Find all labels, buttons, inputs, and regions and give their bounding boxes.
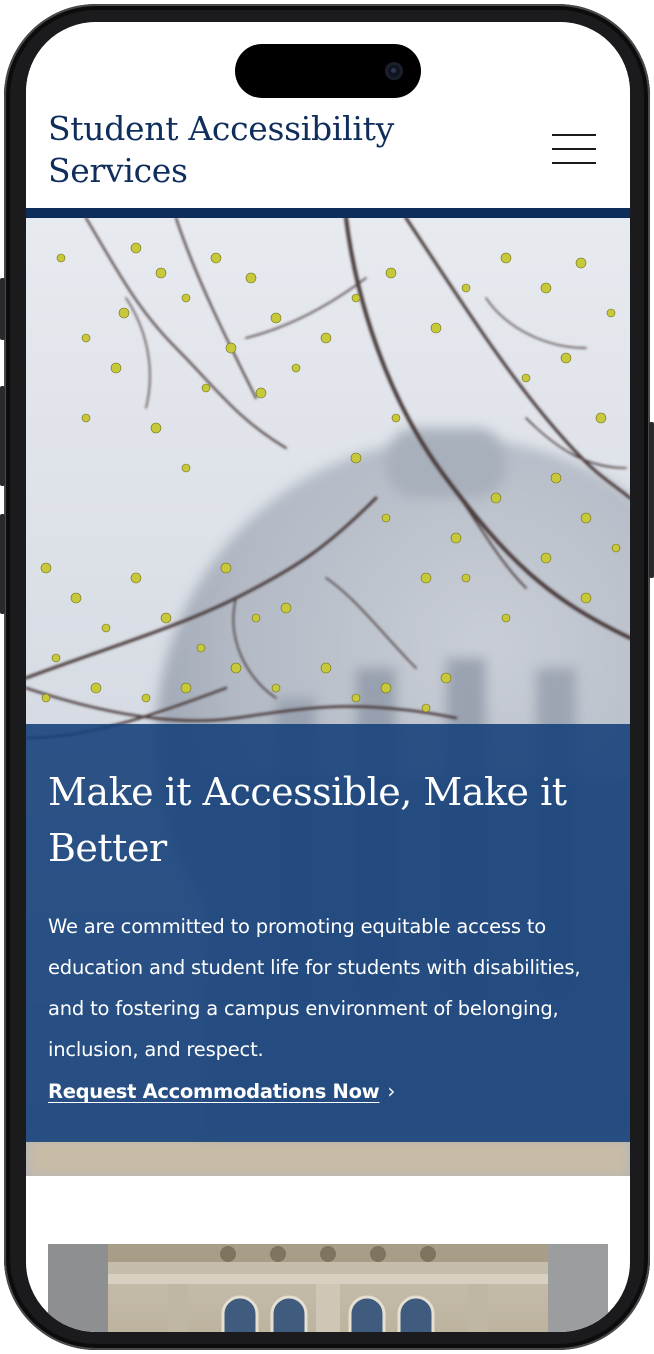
hero-description: We are committed to promoting equitable … — [48, 915, 581, 1061]
hero-section: Make it Accessible, Make it Better We ar… — [26, 218, 630, 1176]
volume-down-button — [0, 514, 5, 614]
front-camera-icon — [385, 62, 403, 80]
building-photo — [48, 1244, 608, 1332]
hero-text-panel: Make it Accessible, Make it Better We ar… — [26, 724, 630, 1142]
header-divider — [26, 208, 630, 218]
site-title[interactable]: Student Accessibility Services — [48, 108, 468, 192]
request-accommodations-link[interactable]: Request Accommodations Now › — [48, 1076, 395, 1107]
hero-heading: Make it Accessible, Make it Better — [48, 770, 567, 870]
chevron-right-icon: › — [387, 1079, 396, 1103]
power-button — [649, 422, 654, 578]
hamburger-menu-icon[interactable] — [552, 132, 598, 166]
dynamic-island — [235, 44, 421, 98]
request-accommodations-label: Request Accommodations Now — [48, 1080, 380, 1103]
action-button — [0, 278, 5, 340]
phone-screen: Student Accessibility Services Make it A… — [26, 22, 630, 1332]
volume-up-button — [0, 386, 5, 486]
